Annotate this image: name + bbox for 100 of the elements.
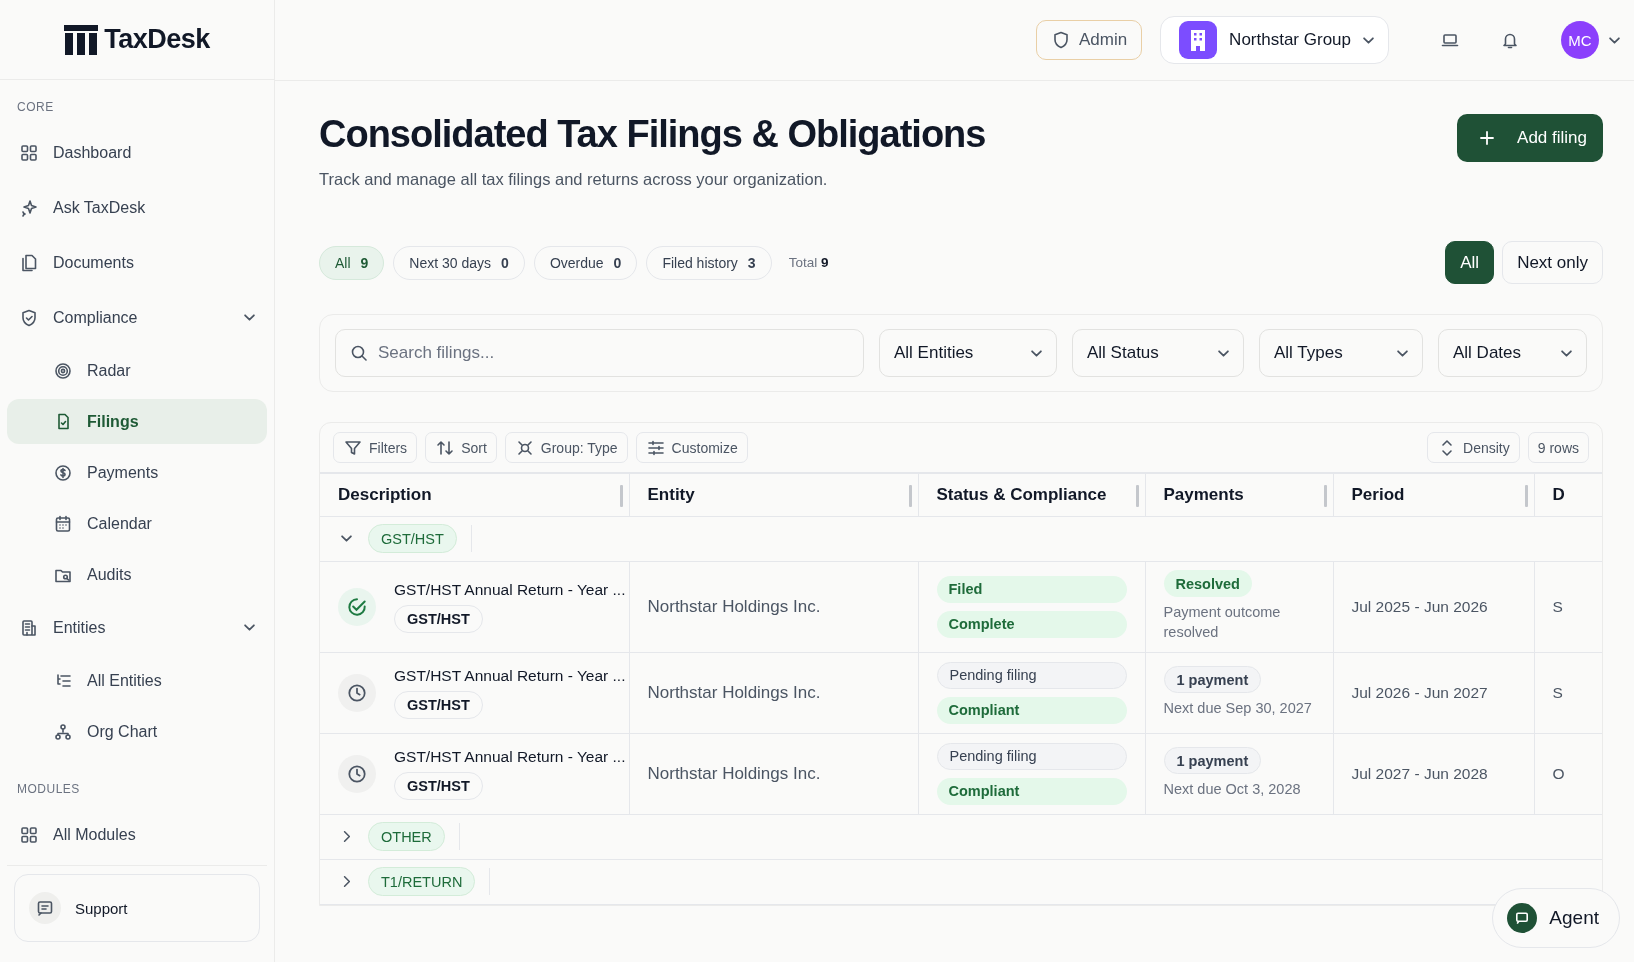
sidebar-item[interactable]: Compliance (7, 293, 267, 342)
agent-button[interactable]: Agent (1492, 888, 1620, 948)
sidebar-item[interactable]: Entities (7, 603, 267, 652)
filing-title: GST/HST Annual Return - Year ... (394, 747, 626, 766)
sidebar-item[interactable]: Calendar (7, 501, 267, 546)
toolbar-button[interactable]: Customize (635, 432, 748, 463)
dropdown[interactable]: All Dates (1438, 329, 1587, 377)
sidebar-item[interactable]: All Entities (7, 658, 267, 703)
sidebar-item[interactable]: All Modules (7, 810, 267, 859)
period-range: Jul 2027 - Jun 2028 (1351, 764, 1488, 782)
org-chart-icon (53, 721, 73, 742)
compliance-status: Complete (936, 610, 1127, 638)
table-cell: O (1552, 764, 1565, 782)
dropdown[interactable]: All Status (1072, 329, 1244, 377)
row-count-button[interactable]: 9 rows (1527, 432, 1589, 463)
dropdown[interactable]: All Types (1259, 329, 1423, 377)
group-tag: OTHER (368, 822, 445, 851)
logo-icon (64, 24, 99, 55)
column-header[interactable]: Description (320, 473, 629, 516)
filter-chip[interactable]: Filed history 3 (646, 245, 772, 280)
chevron-down-icon[interactable] (340, 535, 352, 542)
table-cell: S (1552, 683, 1563, 701)
organization-switcher[interactable]: Northstar Group (1160, 16, 1389, 64)
sidebar-item[interactable]: Ask TaxDesk (7, 183, 267, 232)
sidebar-item[interactable]: Documents (7, 238, 267, 287)
search-field[interactable]: Search filings... (335, 329, 864, 377)
sidebar-item[interactable]: Radar (7, 348, 267, 393)
chat-icon (35, 898, 55, 918)
view-toggle-button[interactable]: Next only (1502, 241, 1603, 284)
view-toggle-button[interactable]: All (1445, 241, 1495, 284)
sidebar-item[interactable]: Audits (7, 552, 267, 597)
payment-note: Next due Oct 3, 2028 (1163, 780, 1302, 800)
table-cell: S (1552, 597, 1563, 615)
payment-status: 1 payment (1163, 666, 1262, 694)
check-circle-icon (338, 587, 376, 626)
sidebar-item[interactable]: Filings (7, 399, 267, 444)
radar-icon (53, 360, 73, 381)
chevron-down-icon (1218, 349, 1229, 357)
building-icon (1179, 21, 1218, 59)
toolbar-button[interactable]: Sort (425, 432, 497, 463)
chevron-down-icon (1031, 349, 1042, 357)
document-icon (19, 252, 39, 273)
column-header[interactable]: Entity (629, 473, 918, 516)
shield-icon (19, 307, 39, 328)
column-header[interactable]: D (1534, 473, 1602, 516)
section-label: MODULES (16, 781, 81, 798)
grid-icon (19, 142, 39, 163)
sparkle-icon (19, 197, 39, 218)
density-button[interactable]: Density (1427, 432, 1520, 463)
filing-title: GST/HST Annual Return - Year ... (394, 666, 626, 685)
entity-name: Northstar Holdings Inc. (647, 596, 821, 616)
chevron-right-icon[interactable] (342, 876, 350, 887)
group-tag: GST/HST (368, 524, 457, 553)
filter-chip[interactable]: All 9 (319, 245, 385, 280)
filter-chip[interactable]: Overdue 0 (533, 245, 638, 280)
add-filing-button[interactable]: Add filing (1457, 114, 1603, 162)
compliance-status: Compliant (936, 777, 1127, 805)
period-range: Jul 2026 - Jun 2027 (1351, 683, 1488, 701)
toolbar-button[interactable]: Filters (333, 432, 418, 463)
chevron-right-icon[interactable] (342, 831, 350, 842)
group-tag: T1/RETURN (368, 867, 476, 896)
filing-status: Pending filing (936, 661, 1127, 689)
compliance-status: Compliant (936, 696, 1127, 724)
chevron-down-icon (1561, 349, 1572, 357)
chevron-down-icon[interactable] (1609, 36, 1620, 44)
chat-icon (1507, 903, 1538, 933)
payment-status: Resolved (1163, 570, 1252, 598)
filter-chip[interactable]: Next 30 days 0 (393, 245, 525, 280)
sidebar-item[interactable]: Payments (7, 450, 267, 495)
dropdown[interactable]: All Entities (879, 329, 1057, 377)
building-icon (19, 617, 39, 638)
entity-name: Northstar Holdings Inc. (647, 763, 821, 783)
page-title: Consolidated Tax Filings & Obligations (319, 112, 986, 156)
payment-note: Next due Sep 30, 2027 (1163, 699, 1313, 719)
clock-icon (338, 754, 376, 793)
total-count: Total 9 (788, 255, 829, 270)
dollar-icon (53, 462, 73, 483)
user-avatar[interactable]: MC (1561, 21, 1599, 59)
column-header[interactable]: Status & Compliance (918, 473, 1145, 516)
sidebar-item[interactable]: Dashboard (7, 128, 267, 177)
support-button[interactable]: Support (14, 874, 260, 942)
filing-status: Pending filing (936, 742, 1127, 770)
payment-status: 1 payment (1163, 747, 1262, 775)
entity-name: Northstar Holdings Inc. (647, 682, 821, 702)
page-subtitle: Track and manage all tax filings and returns across your organization. (319, 170, 829, 189)
payment-note: Payment outcome resolved (1163, 603, 1282, 642)
toolbar-button[interactable]: Group: Type (504, 432, 628, 463)
section-label: CORE (16, 99, 55, 116)
filing-title: GST/HST Annual Return - Year ... (394, 580, 626, 599)
clock-icon (338, 673, 376, 712)
chevron-down-icon (1363, 36, 1374, 44)
plus-icon (1479, 130, 1496, 146)
column-header[interactable]: Period (1333, 473, 1534, 516)
chevron-down-icon[interactable] (244, 314, 255, 321)
chevron-down-icon (1397, 349, 1408, 357)
admin-button[interactable]: Admin (1035, 20, 1143, 60)
chevron-down-icon[interactable] (244, 624, 255, 631)
sidebar-item[interactable]: Org Chart (7, 709, 267, 754)
column-header[interactable]: Payments (1145, 473, 1333, 516)
period-range: Jul 2025 - Jun 2026 (1351, 597, 1488, 615)
